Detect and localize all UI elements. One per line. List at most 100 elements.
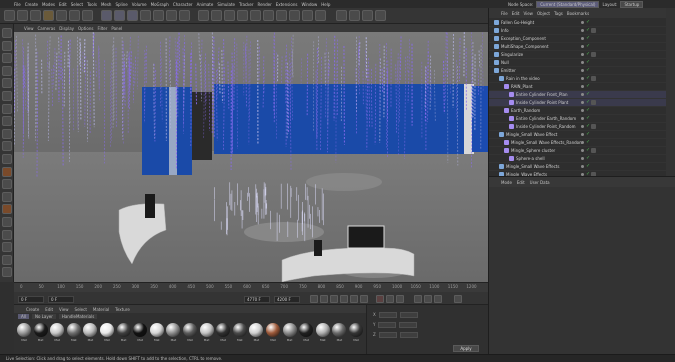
x-axis-icon[interactable] (101, 10, 112, 21)
coord-x-size-field[interactable] (399, 311, 418, 318)
menu-edit[interactable]: Edit (59, 2, 67, 7)
visibility-dot[interactable] (581, 117, 584, 120)
position-key-button[interactable] (414, 295, 422, 303)
material-menu-material[interactable]: Material (93, 307, 109, 312)
material-swatch[interactable]: Mat (232, 322, 248, 348)
enabled-check-icon[interactable]: ✓ (586, 60, 590, 65)
attribute-menu-edit[interactable]: Edit (517, 180, 525, 185)
model-mode-icon[interactable] (2, 40, 12, 51)
material-swatch[interactable]: Mat (315, 322, 331, 348)
material-filter-tab[interactable]: HandleMaterials (58, 314, 98, 319)
object-row[interactable]: Fallen Go-Height ✓ (489, 19, 675, 27)
coord-z-size-field[interactable] (399, 331, 418, 338)
tag-icon[interactable] (302, 10, 313, 21)
material-swatch[interactable]: Mat (99, 322, 115, 348)
pen-icon[interactable] (211, 10, 222, 21)
menu-render[interactable]: Render (257, 2, 271, 7)
object-row[interactable]: Mingle_Small Wave Effect ✓ (489, 131, 675, 139)
menu-volume[interactable]: Volume (132, 2, 147, 7)
object-tag-icon[interactable] (591, 124, 596, 129)
select-icon[interactable] (30, 10, 41, 21)
object-row[interactable]: Singularize ✓ (489, 51, 675, 59)
object-tag-icon[interactable] (591, 76, 596, 81)
visibility-dot[interactable] (581, 21, 584, 24)
enabled-check-icon[interactable]: ✓ (586, 116, 590, 121)
viewport-menu-cameras[interactable]: Cameras (38, 26, 56, 31)
visibility-dot[interactable] (581, 149, 584, 152)
object-menu-object[interactable]: Object (537, 11, 550, 16)
menu-window[interactable]: Window (301, 2, 317, 7)
object-row[interactable]: Earth_Random ✓ (489, 107, 675, 115)
visibility-dot[interactable] (581, 133, 584, 136)
material-swatch[interactable]: Mat (82, 322, 98, 348)
viewport-solo-icon[interactable] (336, 10, 347, 21)
menu-animate[interactable]: Animate (197, 2, 214, 7)
edges-mode-icon[interactable] (2, 91, 12, 101)
z-axis-icon[interactable] (127, 10, 138, 21)
material-swatch[interactable]: Mat (49, 322, 65, 348)
material-menu-texture[interactable]: Texture (115, 307, 130, 312)
end-frame-field[interactable]: 4770 F (244, 296, 270, 303)
object-tag-icon[interactable] (591, 148, 596, 153)
grid-icon[interactable] (375, 10, 386, 21)
record-button[interactable] (376, 295, 384, 303)
play-button[interactable] (340, 295, 348, 303)
y-axis-icon[interactable] (114, 10, 125, 21)
scale-icon[interactable] (56, 10, 67, 21)
solo-icon[interactable] (2, 242, 12, 253)
render-picture-viewer-icon[interactable] (166, 10, 177, 21)
axis-mode-icon[interactable] (2, 65, 12, 76)
visibility-dot[interactable] (581, 109, 584, 112)
material-swatch[interactable]: Mat (265, 322, 281, 348)
object-row[interactable]: Rain in the video ✓ (489, 75, 675, 83)
enabled-check-icon[interactable]: ✓ (586, 76, 590, 81)
material-swatch[interactable]: Mat (282, 322, 298, 348)
autokey-button[interactable] (386, 295, 394, 303)
rotate-icon[interactable] (69, 10, 80, 21)
visibility-dot[interactable] (581, 29, 584, 32)
coord-x-field[interactable] (378, 311, 397, 318)
enable-axis-icon[interactable] (2, 191, 12, 202)
visibility-dot[interactable] (581, 45, 584, 48)
material-menu-view[interactable]: View (59, 307, 69, 312)
points-mode-icon[interactable] (2, 78, 12, 89)
material-swatch[interactable]: Mat (331, 322, 347, 348)
material-swatch[interactable]: Mat (149, 322, 165, 348)
undo-icon[interactable] (4, 10, 15, 21)
paint-icon[interactable] (2, 254, 12, 265)
viewport-menu-view[interactable]: View (24, 26, 34, 31)
menu-character[interactable]: Character (173, 2, 193, 7)
enabled-check-icon[interactable]: ✓ (586, 100, 590, 105)
object-tag-icon[interactable] (591, 52, 596, 57)
visibility-dot[interactable] (581, 61, 584, 64)
material-swatch[interactable]: Mat (182, 322, 198, 348)
material-swatch[interactable]: Mat (132, 322, 148, 348)
enabled-check-icon[interactable]: ✓ (586, 140, 590, 145)
menu-file[interactable]: File (14, 2, 21, 7)
viewport-menu-filter[interactable]: Filter (97, 26, 107, 31)
enabled-check-icon[interactable]: ✓ (586, 132, 590, 137)
scale-key-button[interactable] (434, 295, 442, 303)
enabled-check-icon[interactable]: ✓ (586, 20, 590, 25)
deformer-icon[interactable] (250, 10, 261, 21)
subdivision-icon[interactable] (224, 10, 235, 21)
previous-key-button[interactable] (320, 295, 328, 303)
move-icon[interactable] (43, 10, 54, 21)
enabled-check-icon[interactable]: ✓ (586, 108, 590, 113)
start-frame-field[interactable]: 0 F (48, 296, 74, 303)
object-row[interactable]: Emitter ✓ (489, 67, 675, 75)
apply-button[interactable]: Apply (453, 345, 479, 352)
material-swatch[interactable]: Mat (199, 322, 215, 348)
next-key-button[interactable] (350, 295, 358, 303)
object-row[interactable]: Null ✓ (489, 59, 675, 67)
texture-mode-icon[interactable] (2, 53, 12, 64)
render-view-icon[interactable] (153, 10, 164, 21)
object-row[interactable]: Inside Cylinder Point Plant ✓ (489, 99, 675, 107)
object-tag-icon[interactable] (591, 28, 596, 33)
coord-y-size-field[interactable] (399, 321, 418, 328)
menu-extensions[interactable]: Extensions (276, 2, 298, 7)
material-menu-create[interactable]: Create (26, 307, 39, 312)
object-row[interactable]: Entire Cylinder Earth_Random ✓ (489, 115, 675, 123)
object-row[interactable]: RAIN_Plant ✓ (489, 83, 675, 91)
enabled-check-icon[interactable]: ✓ (586, 156, 590, 161)
